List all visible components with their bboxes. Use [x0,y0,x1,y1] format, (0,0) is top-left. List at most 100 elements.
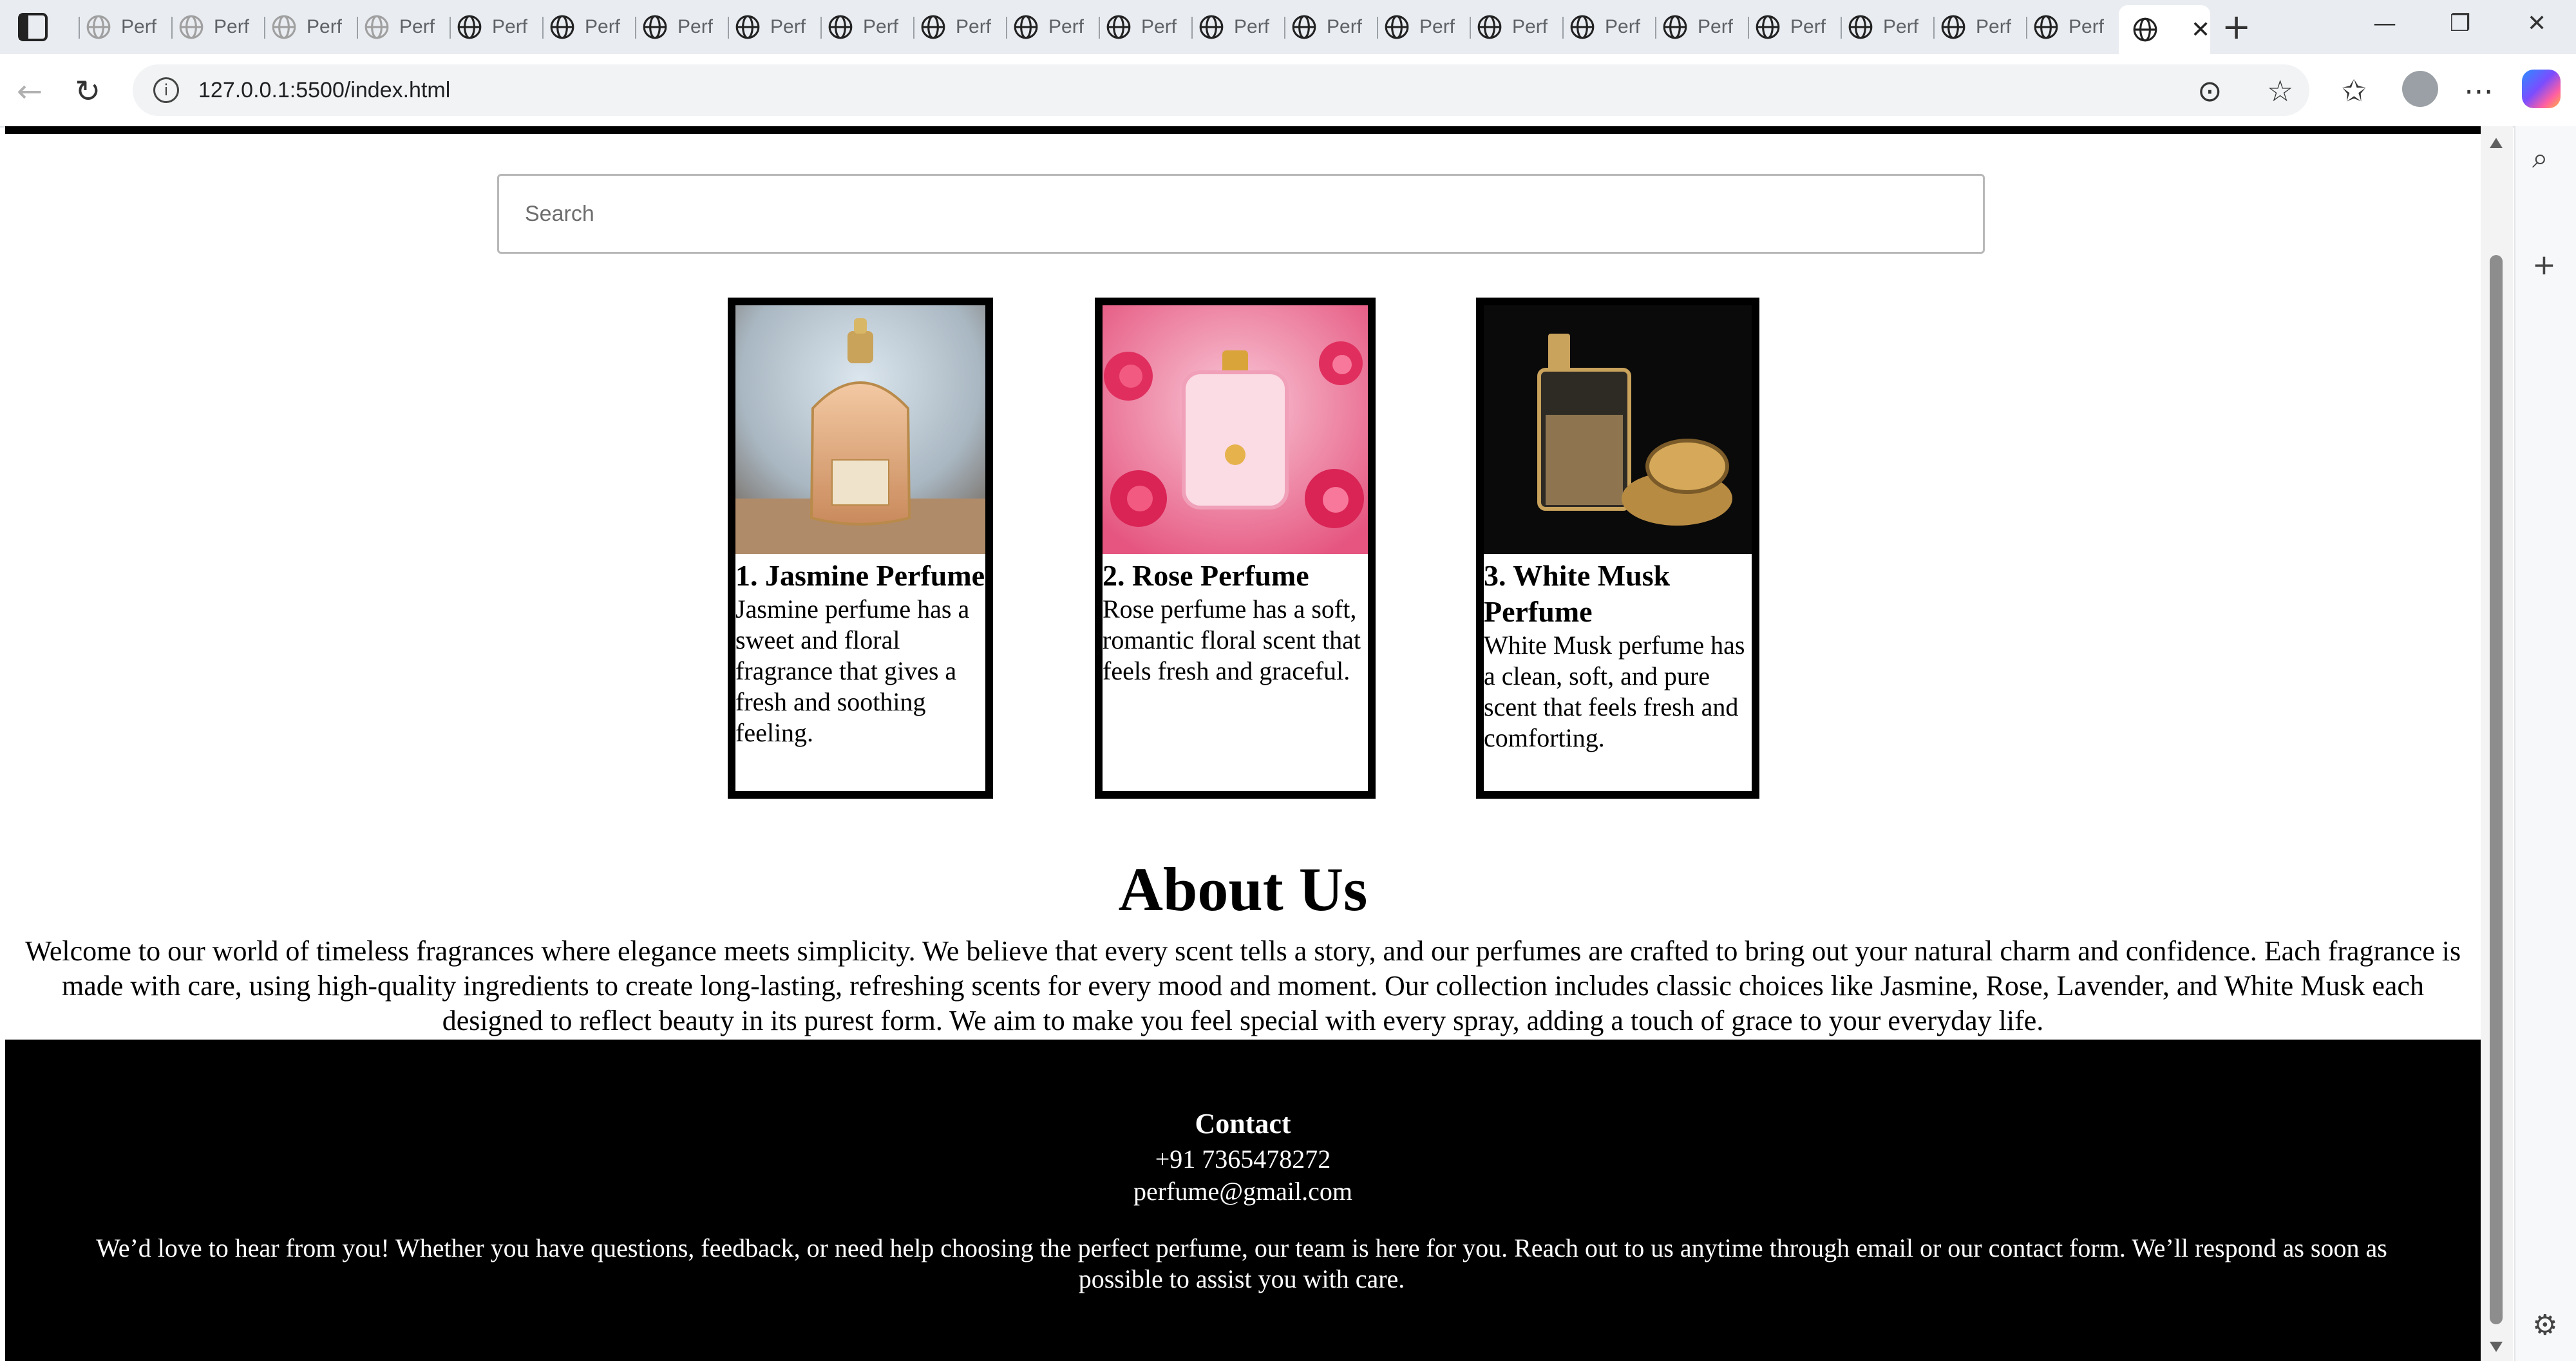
globe-icon [643,15,667,39]
tab-title: Perf [399,16,435,37]
product-card-rose[interactable]: 2. Rose Perfume Rose perfume has a soft,… [1095,298,1376,799]
tab-title: Perf [1234,16,1270,37]
address-bar[interactable]: i 127.0.0.1:5500/index.html [133,64,2309,116]
product-title: 2. Rose Perfume [1103,559,1309,592]
globe-icon [735,15,760,39]
tab-title: Perf [1327,16,1363,37]
globe-icon [1385,15,1409,39]
globe-icon [550,15,574,39]
browser-tab[interactable]: Perf [357,8,435,46]
scroll-thumb[interactable] [2490,255,2503,1324]
about-us-text: Welcome to our world of timeless fragran… [24,935,2461,1036]
globe-icon [1756,15,1780,39]
browser-tab[interactable]: Perf [1562,8,1641,46]
browser-tab[interactable]: Perf [913,8,992,46]
product-card-white-musk[interactable]: 3. White Musk Perfume White Musk perfume… [1476,298,1759,799]
browser-sidebar: ⌕ + ⚙ [2514,126,2576,1361]
tab-title: Perf [1512,16,1548,37]
globe-icon [272,15,296,39]
globe-icon [1663,15,1687,39]
scroll-down-arrow[interactable] [2490,1342,2503,1352]
browser-tab[interactable]: Perf [728,8,806,46]
more-menu-icon[interactable]: ⋯ [2464,73,2494,108]
tab-actions-icon[interactable] [17,12,49,43]
browser-tab[interactable]: Perf [1377,8,1455,46]
rose-perfume-image [1103,305,1368,554]
reader-mode-icon[interactable]: ⊙ [2197,73,2222,108]
tab-title: Perf [1141,16,1177,37]
product-description: White Musk perfume has a clean, soft, an… [1484,631,1745,752]
back-icon[interactable]: ← [17,73,43,109]
browser-tab[interactable]: Perf [1099,8,1177,46]
close-tab-icon[interactable]: ✕ [2191,16,2210,43]
tab-title: Perf [2069,16,2105,37]
page-viewport: 1. Jasmine Perfume Jasmine perfume has a… [5,126,2481,1361]
browser-tab-active[interactable]: ✕ [2119,5,2211,54]
new-tab-icon[interactable]: + [2222,6,2251,47]
globe-icon [921,15,945,39]
browser-tab[interactable]: Perf [1284,8,1363,46]
tab-title: Perf [1976,16,2012,37]
tab-title: Perf [1698,16,1734,37]
browser-tab[interactable]: Perf [2026,8,2105,46]
tab-title: Perf [770,16,806,37]
contact-message: We’d love to hear from you! Whether you … [96,1233,2387,1293]
product-title: 1. Jasmine Perfume [735,559,985,592]
browser-tab[interactable]: Perf [1470,8,1548,46]
globe-icon [828,15,853,39]
browser-tab[interactable]: Perf [79,8,157,46]
profile-avatar[interactable] [2402,71,2438,107]
contact-heading: Contact [1195,1108,1291,1139]
browser-tab[interactable]: Perf [542,8,621,46]
browser-tab[interactable]: Perf [1655,8,1734,46]
browser-tab[interactable]: Perf [450,8,528,46]
browser-toolbar: ← ↻ i 127.0.0.1:5500/index.html ⊙ ☆ ✩ ⋯ [0,54,2576,128]
browser-tab[interactable]: Perf [171,8,250,46]
restore-icon[interactable]: ❐ [2450,10,2470,37]
favorites-icon[interactable]: ✩ [2342,73,2367,108]
site-info-icon[interactable]: i [153,77,179,103]
globe-icon [1941,15,1965,39]
contact-phone: +91 7365478272 [1155,1145,1331,1174]
scroll-up-arrow[interactable] [2490,138,2503,148]
browser-tab[interactable]: Perf [264,8,343,46]
tab-title: Perf [492,16,528,37]
tab-title: Perf [1883,16,1919,37]
globe-icon [1477,15,1502,39]
browser-tab[interactable]: Perf [1841,8,1919,46]
page-scrollbar[interactable] [2481,126,2513,1361]
settings-gear-icon[interactable]: ⚙ [2532,1309,2557,1342]
copilot-icon[interactable] [2522,70,2561,108]
browser-tab[interactable]: Perf [1006,8,1084,46]
tab-title: Perf [956,16,992,37]
tab-title: Perf [214,16,250,37]
tab-title: Perf [863,16,899,37]
url-text[interactable]: 127.0.0.1:5500/index.html [198,78,450,103]
search-input[interactable] [497,174,1985,254]
tab-title: Perf [121,16,157,37]
browser-tab[interactable]: Perf [1191,8,1270,46]
browser-tab[interactable]: Perf [1748,8,1826,46]
tab-title: Perf [307,16,343,37]
browser-tab[interactable]: Perf [820,8,899,46]
minimize-icon[interactable]: — [2373,10,2396,37]
globe-icon [1570,15,1595,39]
tab-title: Perf [585,16,621,37]
favorite-star-icon[interactable]: ☆ [2267,73,2293,108]
add-sidebar-app-icon[interactable]: + [2532,249,2556,281]
contact-footer: Contact +91 7365478272 perfume@gmail.com… [5,1040,2481,1361]
globe-icon [1848,15,1873,39]
tab-title: Perf [1605,16,1641,37]
browser-tab[interactable]: Perf [1933,8,2012,46]
search-icon[interactable]: ⌕ [2532,142,2548,175]
reload-icon[interactable]: ↻ [75,73,100,109]
tab-title: Perf [1419,16,1455,37]
browser-tab-bar: Perf Perf Perf Perf Perf Perf Perf Perf … [0,0,2576,54]
globe-icon [179,15,204,39]
white-musk-perfume-image [1484,305,1752,554]
top-black-bar [5,126,2481,134]
browser-tab[interactable]: Perf [635,8,713,46]
globe-icon [1292,15,1316,39]
product-card-jasmine[interactable]: 1. Jasmine Perfume Jasmine perfume has a… [728,298,993,799]
close-window-icon[interactable]: ✕ [2527,10,2546,37]
